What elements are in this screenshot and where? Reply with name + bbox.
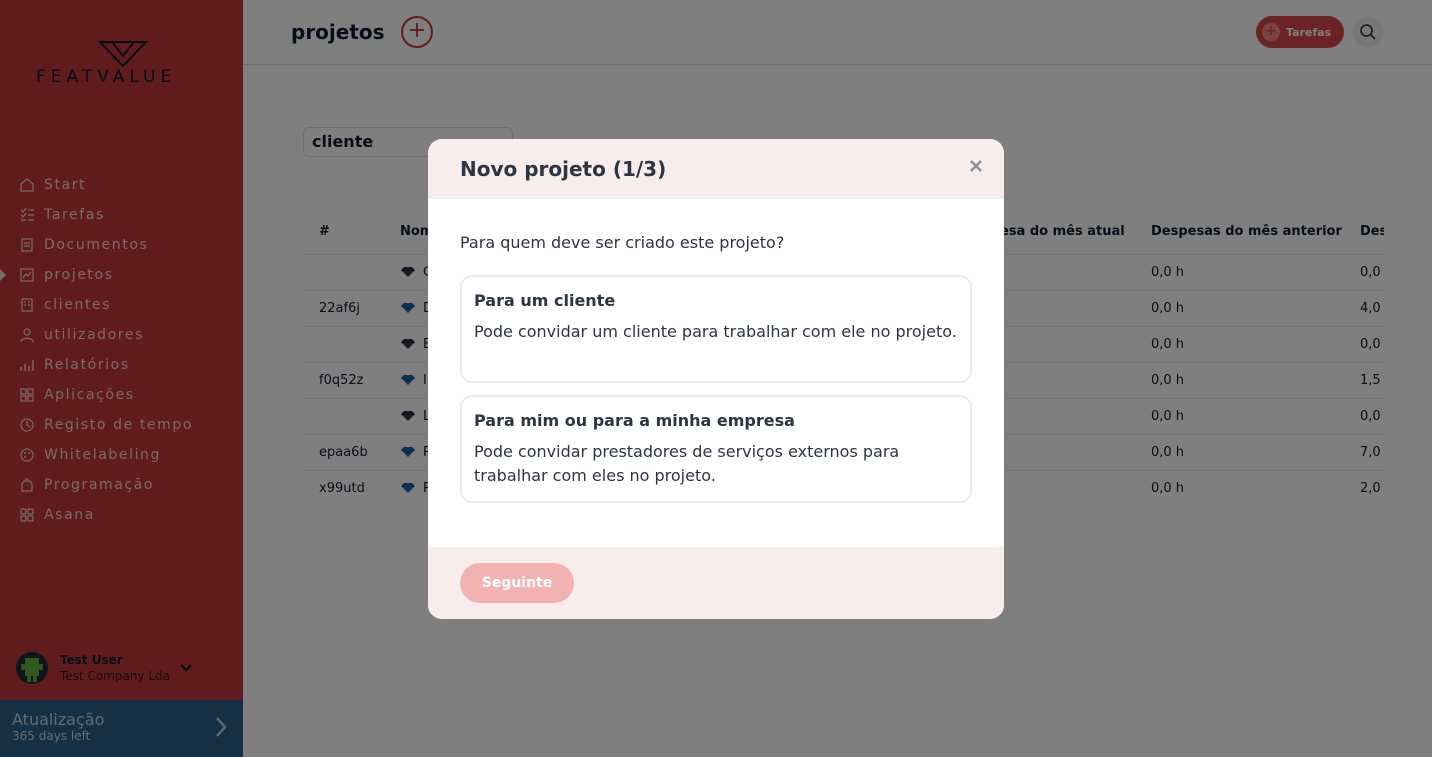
close-button[interactable] (968, 157, 984, 179)
modal-header: Novo projeto (1/3) (428, 139, 1004, 199)
option-for-client[interactable]: Para um cliente Pode convidar um cliente… (460, 275, 972, 383)
option-description: Pode convidar um cliente para trabalhar … (474, 322, 957, 341)
option-title: Para um cliente (474, 291, 616, 310)
option-description: Pode convidar prestadores de serviços ex… (474, 442, 900, 485)
new-project-modal: Novo projeto (1/3) Para quem deve ser cr… (428, 139, 1004, 619)
option-for-me-or-company[interactable]: Para mim ou para a minha empresa Pode co… (460, 395, 972, 503)
close-icon (970, 160, 982, 172)
next-button[interactable]: Seguinte (460, 563, 574, 603)
modal-footer: Seguinte (428, 547, 1004, 619)
modal-question: Para quem deve ser criado este projeto? (460, 233, 785, 252)
option-title: Para mim ou para a minha empresa (474, 411, 795, 430)
modal-title: Novo projeto (1/3) (460, 157, 667, 181)
